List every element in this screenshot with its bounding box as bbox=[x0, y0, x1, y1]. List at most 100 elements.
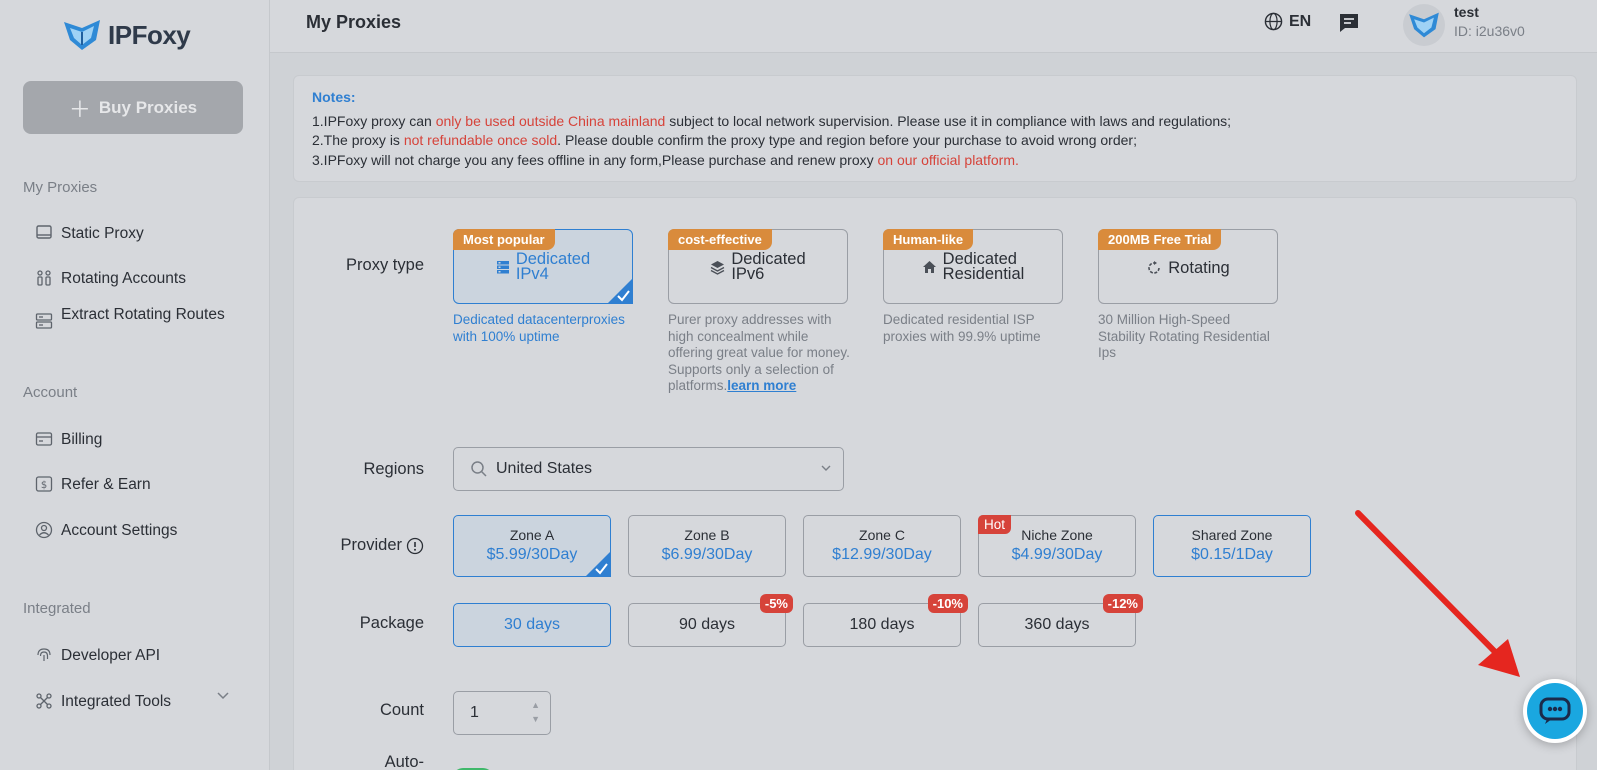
note-line-3: 3.IPFoxy will not charge you any fees of… bbox=[312, 151, 1558, 171]
note-text: 1.IPFoxy proxy can bbox=[312, 112, 436, 129]
page-title: My Proxies bbox=[306, 12, 402, 32]
chat-support-button[interactable] bbox=[1523, 679, 1587, 743]
proxy-type-tag: cost-effective bbox=[668, 229, 772, 250]
sidebar-item-label: Billing bbox=[61, 431, 103, 448]
package-360-days[interactable]: 360 days -12% bbox=[978, 594, 1143, 647]
niche-zone-option[interactable]: Hot Niche Zone $4.99/30Day bbox=[978, 515, 1136, 577]
sidebar: IPFoxy ＋ Buy Proxies My Proxies Static P… bbox=[0, 0, 270, 770]
sidebar-item-extract-rotating-routes[interactable]: Extract Rotating Routes bbox=[35, 304, 236, 330]
selected-check-icon bbox=[585, 551, 611, 577]
proxy-type-tag: 200MB Free Trial bbox=[1098, 229, 1222, 250]
brand-logo[interactable]: IPFoxy bbox=[62, 18, 191, 52]
package-label-text: 30 days bbox=[503, 616, 561, 633]
proxy-type-dedicated-ipv4[interactable]: Most popular Dedicated IPv4 bbox=[453, 229, 633, 304]
package-label-text: 180 days bbox=[849, 616, 915, 633]
note-highlight: not refundable once sold bbox=[403, 132, 558, 148]
proxy-type-desc: Dedicated datacenterproxies with 100% up… bbox=[453, 312, 625, 344]
proxy-type-name-line: IPv6 bbox=[731, 265, 765, 283]
zone-price: $0.15/1Day bbox=[1191, 546, 1273, 563]
section-integrated: Integrated bbox=[23, 600, 91, 617]
count-input[interactable]: 1 ▲ ▼ bbox=[453, 691, 551, 735]
language-switcher[interactable]: EN bbox=[1264, 12, 1311, 31]
package-90-days[interactable]: 90 days -5% bbox=[628, 594, 793, 647]
user-name: test bbox=[1454, 4, 1479, 20]
note-text: 3.IPFoxy will not charge you any fees of… bbox=[312, 151, 878, 168]
note-line-1: 1.IPFoxy proxy can only be used outside … bbox=[312, 112, 1558, 132]
sidebar-item-rotating-accounts[interactable]: Rotating Accounts bbox=[35, 268, 236, 289]
note-text: subject to local network supervision. Pl… bbox=[665, 112, 1232, 129]
proxy-type-dedicated-ipv6[interactable]: cost-effective Dedicated IPv6 bbox=[668, 229, 848, 304]
discount-badge: -5% bbox=[759, 594, 793, 613]
selected-check-icon bbox=[607, 278, 633, 304]
proxy-type-name-line: Rotating bbox=[1168, 258, 1230, 277]
package-30-days[interactable]: 30 days bbox=[453, 603, 611, 647]
globe-icon bbox=[1264, 12, 1283, 31]
zone-name: Zone A bbox=[509, 527, 555, 543]
proxy-type-dedicated-residential[interactable]: Human-like Dedicated Residential bbox=[883, 229, 1063, 304]
sidebar-item-label: Extract Rotating Routes bbox=[61, 306, 225, 323]
sidebar-item-account-settings[interactable]: Account Settings bbox=[35, 520, 236, 541]
tools-icon bbox=[36, 693, 52, 709]
learn-more-link[interactable]: learn more bbox=[727, 378, 796, 393]
proxy-type-tag: Most popular bbox=[453, 229, 555, 250]
zone-price: $4.99/30Day bbox=[1011, 546, 1103, 563]
language-label: EN bbox=[1289, 12, 1312, 30]
database-icon bbox=[496, 261, 509, 274]
count-label: Count bbox=[379, 701, 424, 719]
avatar[interactable] bbox=[1403, 4, 1445, 46]
chevron-down-icon[interactable] bbox=[216, 690, 230, 700]
zone-a-option[interactable]: Zone A $5.99/30Day bbox=[453, 515, 611, 577]
discount-badge: -10% bbox=[927, 594, 968, 613]
rotating-accounts-icon bbox=[37, 270, 51, 286]
provider-label: Provider bbox=[340, 536, 402, 554]
section-my-proxies: My Proxies bbox=[23, 179, 98, 196]
proxy-type-name-line: IPv4 bbox=[515, 265, 549, 283]
shared-zone-option[interactable]: Shared Zone $0.15/1Day bbox=[1153, 515, 1311, 577]
count-value: 1 bbox=[470, 704, 479, 721]
sidebar-item-developer-api[interactable]: Developer API bbox=[35, 645, 236, 666]
proxy-type-name: Dedicated IPv4 bbox=[454, 251, 632, 283]
sidebar-item-billing[interactable]: Billing bbox=[35, 429, 236, 450]
sidebar-item-static-proxy[interactable]: Static Proxy bbox=[35, 223, 236, 244]
zone-name: Zone C bbox=[859, 527, 905, 543]
proxy-type-name-line: Residential bbox=[942, 265, 1025, 283]
regions-label: Regions bbox=[363, 460, 424, 478]
plus-icon: ＋ bbox=[68, 96, 91, 122]
red-arrow-annotation bbox=[1355, 510, 1520, 677]
discount-badge: -12% bbox=[1102, 594, 1143, 613]
billing-icon bbox=[35, 432, 53, 446]
info-icon[interactable] bbox=[406, 537, 424, 555]
proxy-type-tag: Human-like bbox=[883, 229, 974, 250]
sidebar-item-label: Rotating Accounts bbox=[61, 270, 186, 287]
sidebar-item-refer-earn[interactable]: $ Refer & Earn bbox=[35, 474, 236, 495]
dollar-icon: $ bbox=[35, 476, 53, 492]
notes-panel: Notes: 1.IPFoxy proxy can only be used o… bbox=[293, 75, 1577, 182]
zone-b-option[interactable]: Zone B $6.99/30Day bbox=[628, 515, 786, 577]
buy-proxies-button[interactable]: ＋ Buy Proxies bbox=[23, 81, 243, 134]
sidebar-item-integrated-tools[interactable]: Integrated Tools bbox=[35, 691, 236, 712]
svg-text:$: $ bbox=[41, 480, 47, 491]
region-value: United States bbox=[496, 460, 593, 477]
house-icon bbox=[922, 261, 936, 273]
proxy-type-label: Proxy type bbox=[346, 256, 424, 274]
sidebar-item-label: Developer API bbox=[61, 647, 161, 664]
sidebar-item-label: Integrated Tools bbox=[61, 693, 172, 710]
count-stepper[interactable]: ▲ ▼ bbox=[531, 698, 540, 726]
proxy-type-rotating[interactable]: 200MB Free Trial Rotating bbox=[1098, 229, 1278, 304]
package-label-text: 90 days bbox=[678, 616, 736, 633]
proxy-type-desc: Dedicated residential ISP proxies with 9… bbox=[883, 312, 1041, 344]
sidebar-item-label: Static Proxy bbox=[61, 225, 144, 242]
search-icon bbox=[471, 461, 487, 477]
package-label-text: 360 days bbox=[1024, 616, 1090, 633]
note-text: . Please double confirm the proxy type a… bbox=[557, 132, 1137, 148]
fox-logo-icon bbox=[64, 20, 100, 50]
region-select[interactable]: United States bbox=[453, 447, 844, 491]
message-icon[interactable] bbox=[1337, 11, 1361, 35]
chatbot-icon bbox=[1539, 697, 1571, 724]
proxy-type-desc: Purer proxy addresses with high concealm… bbox=[668, 312, 850, 395]
sidebar-item-label: Account Settings bbox=[61, 522, 178, 539]
package-180-days[interactable]: 180 days -10% bbox=[803, 594, 968, 647]
zone-c-option[interactable]: Zone C $12.99/30Day bbox=[803, 515, 961, 577]
sidebar-item-label: Refer & Earn bbox=[61, 476, 151, 493]
zone-price: $12.99/30Day bbox=[832, 546, 932, 563]
